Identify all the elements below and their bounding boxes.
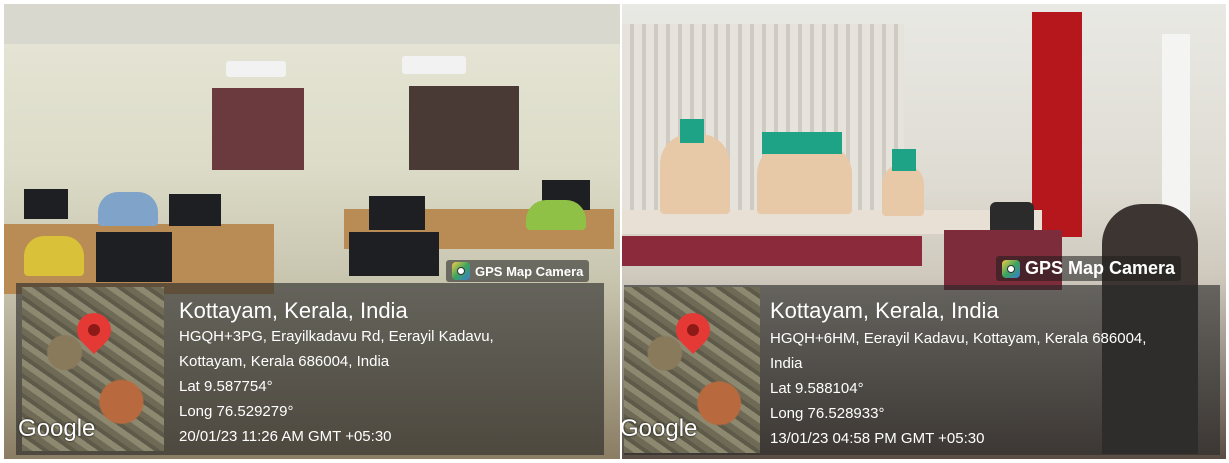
- dancer-group: [757, 144, 852, 214]
- google-logo: Google: [622, 415, 698, 442]
- address-line-1: HGQH+3PG, Erayilkadavu Rd, Eerayil Kadav…: [179, 328, 494, 345]
- longitude: Long 76.529279°: [179, 403, 294, 420]
- location-info-panel: Google Kottayam, Kerala, India HGQH+3PG,…: [16, 283, 604, 455]
- student: [98, 192, 158, 226]
- location-info-panel: Google Kottayam, Kerala, India HGQH+6HM,…: [622, 285, 1220, 455]
- curtain: [212, 88, 304, 170]
- dancer: [680, 119, 704, 143]
- student: [24, 236, 84, 276]
- dancer: [882, 164, 924, 216]
- address-line-1: HGQH+6HM, Eerayil Kadavu, Kottayam, Kera…: [770, 330, 1147, 347]
- map-thumbnail: Google: [18, 287, 164, 451]
- address-line-2: India: [770, 355, 803, 372]
- gps-map-camera-badge: GPS Map Camera: [446, 260, 590, 282]
- latitude: Lat 9.588104°: [770, 380, 864, 397]
- timestamp: 13/01/23 04:58 PM GMT +05:30: [770, 430, 985, 447]
- latitude: Lat 9.587754°: [179, 378, 273, 395]
- dancer: [892, 149, 916, 171]
- google-logo: Google: [18, 415, 96, 442]
- air-conditioner: [226, 61, 286, 77]
- ceiling: [4, 4, 620, 44]
- dancer: [660, 134, 730, 214]
- longitude: Long 76.528933°: [770, 405, 885, 422]
- stage-front: [622, 236, 922, 266]
- classroom-photo: GPS Map Camera Google Kottayam, Kerala, …: [4, 4, 620, 459]
- curtain: [409, 86, 519, 170]
- place-name: Kottayam, Kerala, India: [179, 298, 408, 323]
- badge-text: GPS Map Camera: [1025, 258, 1176, 278]
- address-line-2: Kottayam, Kerala 686004, India: [179, 353, 390, 370]
- map-thumbnail: Google: [622, 287, 760, 453]
- monitor: [169, 194, 221, 226]
- gps-map-camera-badge: GPS Map Camera: [996, 256, 1182, 281]
- monitor: [96, 232, 172, 282]
- dancer-group: [762, 132, 842, 154]
- map-pin-icon: [69, 305, 119, 355]
- gps-camera-icon: [1002, 259, 1020, 278]
- map-pin-icon: [668, 305, 718, 355]
- monitor: [349, 232, 439, 276]
- monitor: [24, 189, 68, 219]
- stage-photo: GPS Map Camera Google Kottayam, Kerala, …: [622, 4, 1226, 459]
- air-conditioner: [402, 56, 466, 74]
- gps-camera-icon: [452, 262, 470, 280]
- timestamp: 20/01/23 11:26 AM GMT +05:30: [179, 428, 392, 445]
- monitor: [369, 196, 425, 230]
- place-name: Kottayam, Kerala, India: [770, 298, 999, 323]
- red-curtain: [1032, 12, 1082, 237]
- badge-text: GPS Map Camera: [475, 263, 584, 279]
- student: [526, 200, 586, 230]
